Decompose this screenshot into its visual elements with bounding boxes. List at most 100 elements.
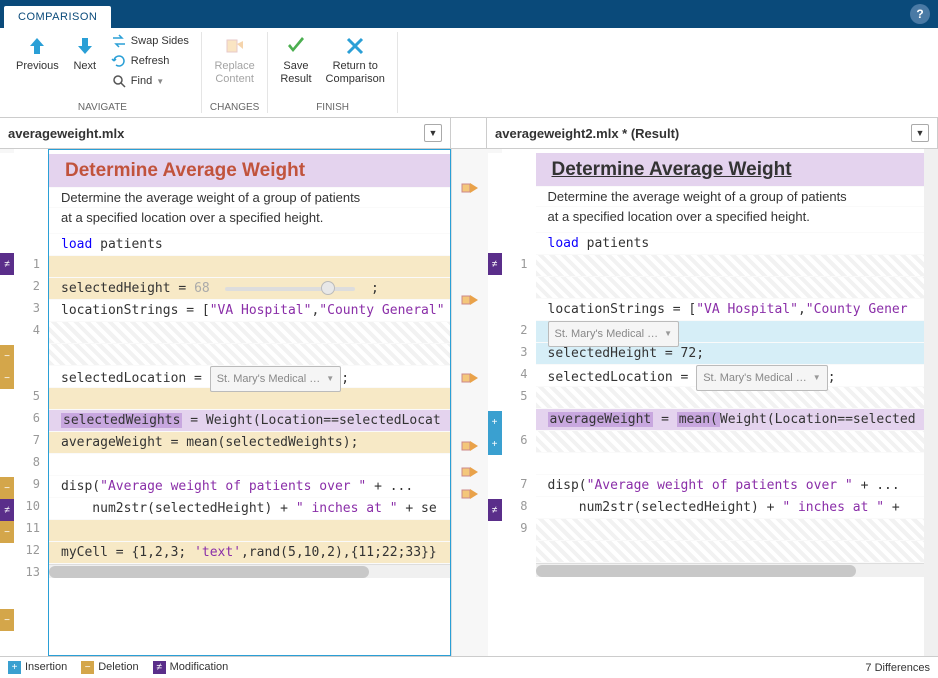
tab-bar: COMPARISON ? [0, 0, 938, 28]
ribbon-group-navigate: Previous Next Swap Sides Refresh Find [4, 32, 202, 113]
hatch-row [49, 322, 450, 344]
ribbon-label-finish: FINISH [316, 102, 349, 113]
checkmark-icon [284, 34, 308, 58]
legend-deletion: −Deletion [81, 661, 138, 674]
code-line: load patients [49, 234, 450, 256]
right-file-dropdown[interactable]: ▼ [911, 124, 929, 142]
legend-insertion: +Insertion [8, 661, 67, 674]
left-file-dropdown[interactable]: ▼ [424, 124, 442, 142]
marker-deletion: − [0, 345, 14, 367]
left-file-title: averageweight.mlx ▼ [0, 118, 451, 148]
slider-thumb[interactable] [321, 281, 335, 295]
return-comparison-button[interactable]: Return to Comparison [322, 32, 389, 88]
dropdown[interactable]: St. Mary's Medical …▼ [210, 366, 342, 392]
code-line: averageWeight = mean(Weight(Location==se… [536, 409, 925, 431]
marker-deletion: − [0, 609, 14, 631]
ribbon-group-changes: Replace Content CHANGES [202, 32, 268, 113]
right-line-gutter: 12 345 6789 [502, 149, 536, 656]
left-line-gutter: 1234 5678 910111213 [14, 149, 48, 656]
code-line [536, 453, 925, 475]
replace-icon [223, 34, 247, 58]
arrow-right-icon [461, 487, 479, 501]
left-content[interactable]: Determine Average Weight Determine the a… [48, 149, 451, 656]
hatch-row [536, 255, 925, 277]
dropdown[interactable]: St. Mary's Medical …▼ [696, 365, 828, 391]
marker-modification: ≠ [488, 253, 502, 275]
h-scrollbar[interactable] [536, 563, 925, 577]
chevron-down-icon: ▼ [156, 77, 164, 86]
left-pane: ≠ − − − ≠ − − 1234 5678 910111213 Determ… [0, 149, 452, 656]
merge-right-button[interactable] [459, 485, 481, 503]
marker-modification: ≠ [488, 499, 502, 521]
marker-deletion: − [0, 521, 14, 543]
arrow-right-icon [461, 439, 479, 453]
code-line [49, 520, 450, 542]
diff-count: 7 Differences [865, 662, 930, 674]
marker-deletion: − [0, 477, 14, 499]
heading-row: Determine Average Weight [49, 154, 450, 188]
code-line: myCell = {1,2,3; 'text',rand(5,10,2),{11… [49, 542, 450, 564]
refresh-icon [111, 53, 127, 69]
arrow-up-icon [25, 34, 49, 58]
merge-right-button[interactable] [459, 463, 481, 481]
tab-comparison[interactable]: COMPARISON [4, 6, 111, 28]
marker-insertion: + [488, 411, 502, 433]
ribbon: Previous Next Swap Sides Refresh Find [0, 28, 938, 118]
marker-deletion: − [0, 367, 14, 389]
code-line: selectedWeights = Weight(Location==selec… [49, 410, 450, 432]
merge-right-button[interactable] [459, 291, 481, 309]
marker-modification: ≠ [0, 253, 14, 275]
right-pane: ≠ + + ≠ 12 345 6789 Determine Average We… [488, 149, 938, 656]
next-button[interactable]: Next [69, 32, 101, 75]
hatch-row [536, 277, 925, 299]
merge-column [452, 149, 488, 656]
right-content[interactable]: Determine Average Weight Determine the a… [536, 149, 925, 656]
code-line: selectedHeight = 68 ; [49, 278, 450, 300]
hatch-row [536, 431, 925, 453]
ribbon-group-finish: Save Result Return to Comparison FINISH [268, 32, 398, 113]
legend-modification: ≠Modification [153, 661, 229, 674]
desc-row: Determine the average weight of a group … [536, 187, 925, 207]
search-icon [111, 73, 127, 89]
marker-insertion: + [488, 433, 502, 455]
status-bar: +Insertion −Deletion ≠Modification 7 Dif… [0, 656, 938, 678]
marker-modification: ≠ [0, 499, 14, 521]
help-icon[interactable]: ? [910, 4, 930, 24]
code-line: disp("Average weight of patients over " … [536, 475, 925, 497]
left-marker-column: ≠ − − − ≠ − − [0, 153, 14, 656]
find-button[interactable]: Find ▼ [107, 72, 193, 90]
code-line: num2str(selectedHeight) + " inches at " … [49, 498, 450, 520]
v-scrollbar[interactable] [924, 149, 938, 656]
merge-right-button[interactable] [459, 369, 481, 387]
previous-button[interactable]: Previous [12, 32, 63, 75]
arrow-right-icon [461, 181, 479, 195]
code-line: disp("Average weight of patients over " … [49, 476, 450, 498]
ribbon-label-navigate: NAVIGATE [78, 102, 127, 113]
code-line: num2str(selectedHeight) + " inches at " … [536, 497, 925, 519]
merge-right-button[interactable] [459, 179, 481, 197]
swap-sides-button[interactable]: Swap Sides [107, 32, 193, 50]
code-line: locationStrings = ["VA Hospital","County… [536, 299, 925, 321]
code-line [49, 454, 450, 476]
code-line: averageWeight = mean(selectedWeights); [49, 432, 450, 454]
arrow-right-icon [461, 465, 479, 479]
hatch-row [49, 344, 450, 366]
code-line: selectedLocation = St. Mary's Medical …▼… [49, 366, 450, 388]
swap-icon [111, 33, 127, 49]
code-line: selectedHeight = 72; [536, 343, 925, 365]
arrow-right-icon [461, 293, 479, 307]
code-line: St. Mary's Medical …▼ [536, 321, 925, 343]
arrow-down-icon [73, 34, 97, 58]
merge-right-button[interactable] [459, 437, 481, 455]
hatch-row [536, 519, 925, 541]
code-line [49, 256, 450, 278]
h-scrollbar[interactable] [49, 564, 450, 578]
slider[interactable] [225, 287, 355, 291]
hatch-row [536, 541, 925, 563]
close-icon [343, 34, 367, 58]
save-result-button[interactable]: Save Result [276, 32, 315, 88]
refresh-button[interactable]: Refresh [107, 52, 193, 70]
right-marker-column: ≠ + + ≠ [488, 153, 502, 656]
replace-content-button[interactable]: Replace Content [210, 32, 258, 88]
heading-row: Determine Average Weight [536, 153, 925, 187]
